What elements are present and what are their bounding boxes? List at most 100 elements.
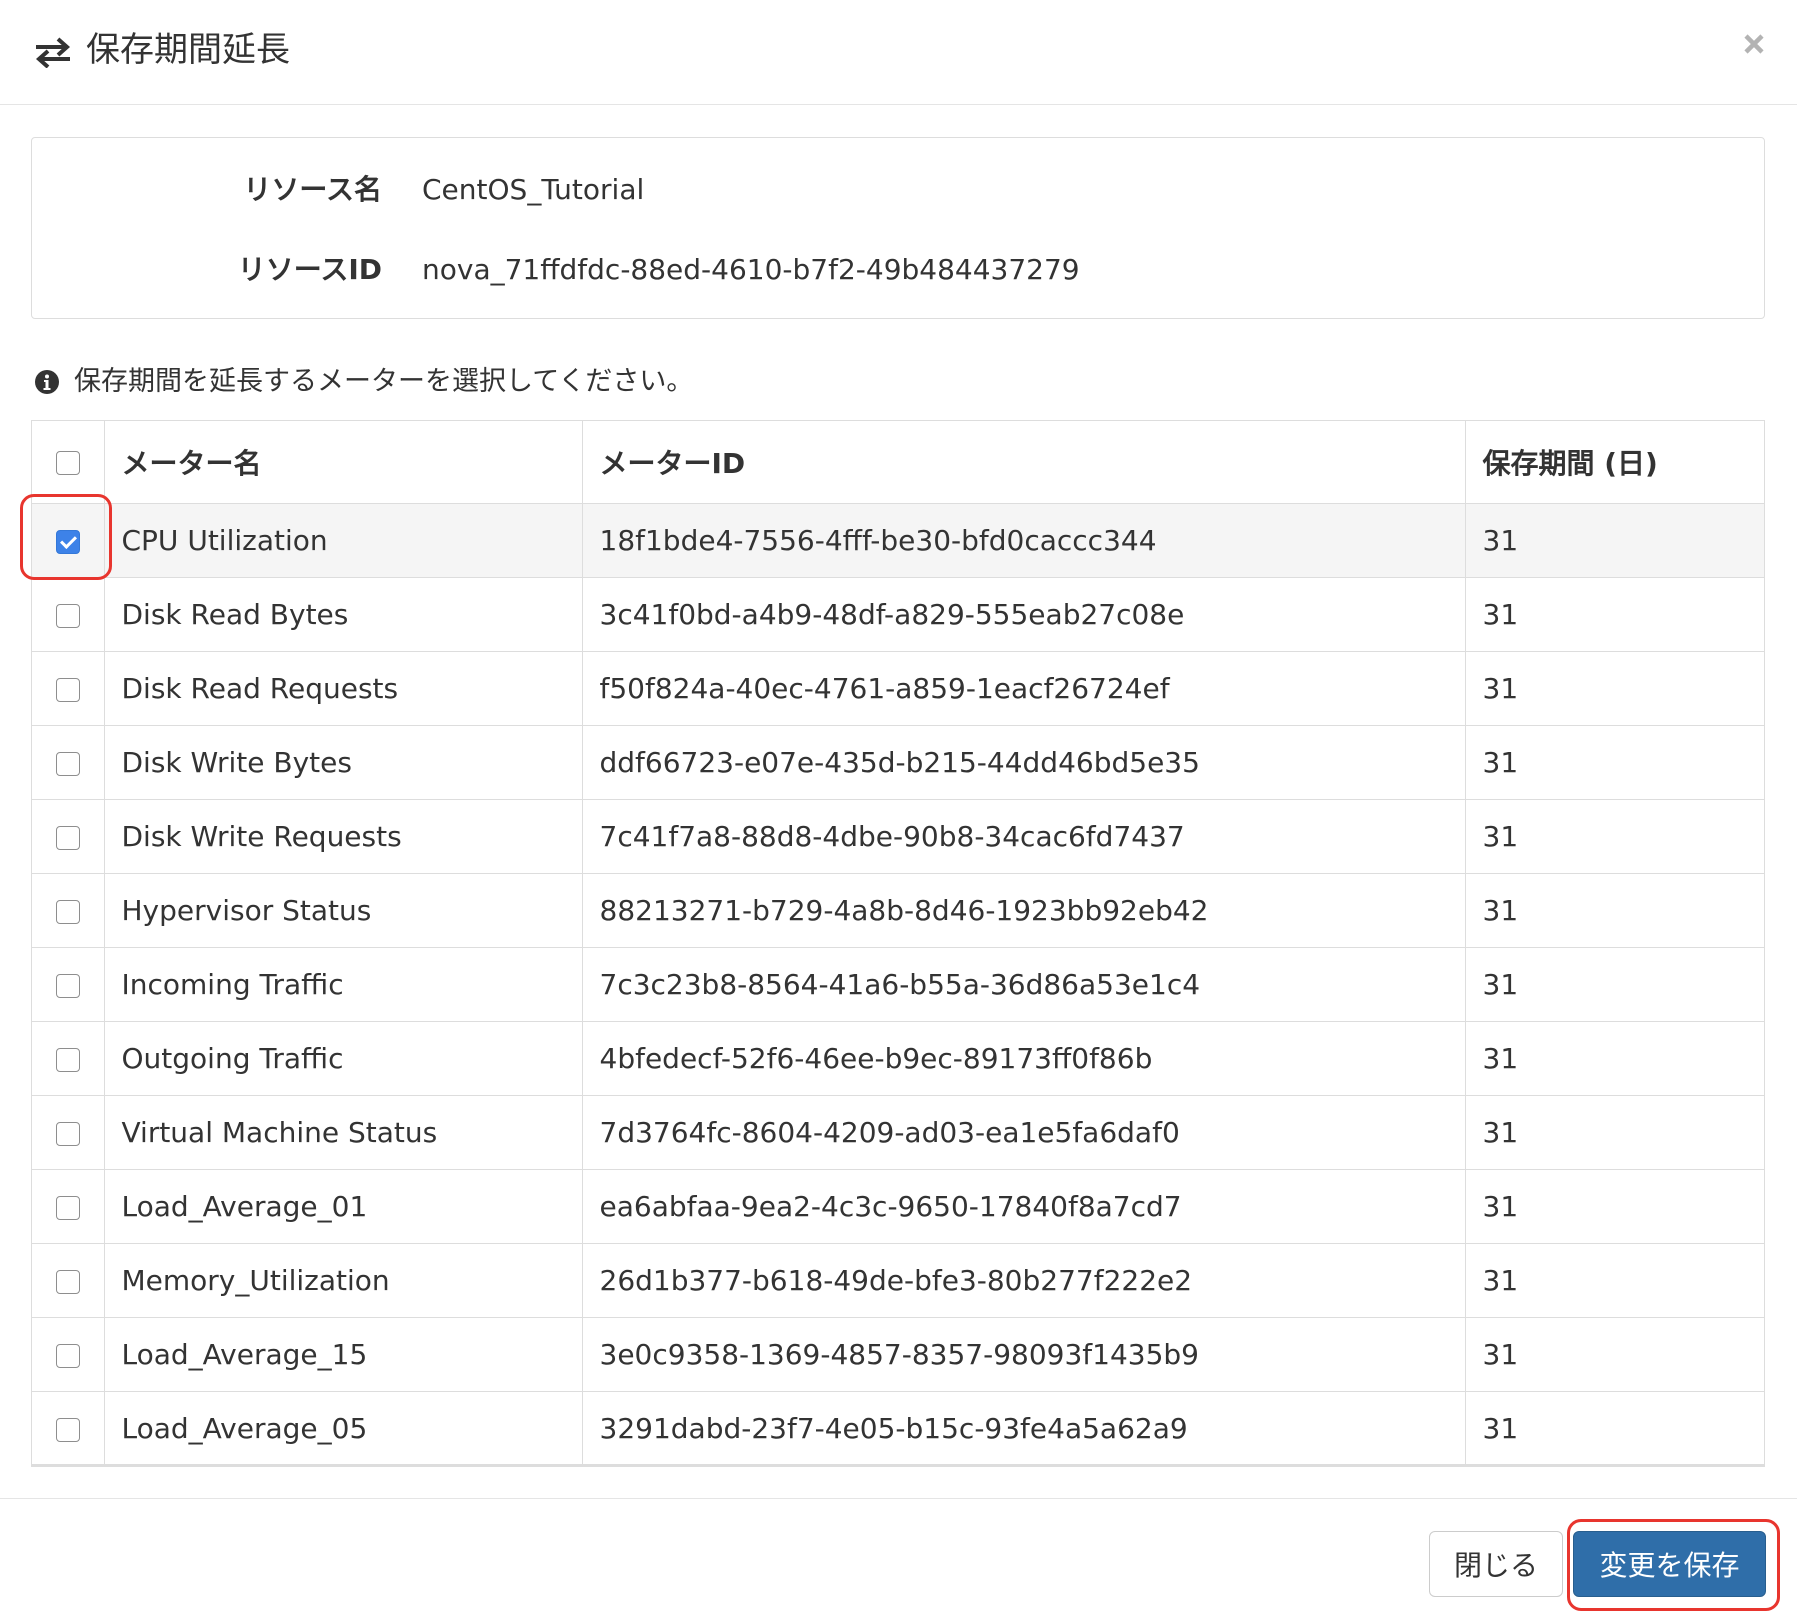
row-select-cell: [32, 1095, 105, 1170]
retention-days-cell: 31: [1465, 1243, 1764, 1318]
close-icon: [1744, 34, 1764, 54]
table-header-row: メーター名 メーターID 保存期間 (日): [32, 421, 1764, 504]
resource-name-value: CentOS_Tutorial: [422, 173, 645, 206]
table-row[interactable]: Disk Write Requests 7c41f7a8-88d8-4dbe-90…: [32, 799, 1764, 874]
row-select-checkbox[interactable]: [55, 1417, 80, 1442]
table-row[interactable]: Disk Read Bytes 3c41f0bd-a4b9-48df-a829-5…: [32, 577, 1764, 652]
row-select-checkbox[interactable]: [55, 1269, 80, 1294]
instruction-message: 保存期間を延長するメーターを選択してください。: [34, 362, 693, 402]
resource-info-panel: リソース名 CentOS_Tutorial リソースID nova_71ffdf…: [31, 137, 1765, 319]
retention-days-cell: 31: [1465, 947, 1764, 1022]
table-row[interactable]: CPU Utilization 18f1bde4-7556-4fff-be30-b…: [32, 503, 1764, 578]
table-row[interactable]: Incoming Traffic 7c3c23b8-8564-41a6-b55a-…: [32, 947, 1764, 1022]
row-select-checkbox[interactable]: [55, 603, 80, 628]
row-select-cell: [32, 1317, 105, 1392]
row-select-cell: [32, 577, 105, 652]
table-row[interactable]: Load_Average_15 3e0c9358-1369-4857-8357-9…: [32, 1317, 1764, 1392]
meter-id-cell: 18f1bde4-7556-4fff-be30-bfd0caccc344: [582, 503, 1466, 578]
retention-days-cell: 31: [1465, 651, 1764, 726]
meter-name-cell: Load_Average_01: [104, 1169, 583, 1244]
table-row[interactable]: Outgoing Traffic 4bfedecf-52f6-46ee-b9ec-…: [32, 1021, 1764, 1096]
column-header-meter-id[interactable]: メーターID: [582, 421, 1466, 504]
retention-days-cell: 31: [1465, 1317, 1764, 1392]
meter-id-cell: f50f824a-40ec-4761-a859-1eacf26724ef: [582, 651, 1466, 726]
meter-name-cell: Disk Read Bytes: [104, 577, 583, 652]
row-select-cell: [32, 1391, 105, 1465]
modal-footer: 閉じる 変更を保存: [0, 1498, 1797, 1623]
meter-id-cell: 7c41f7a8-88d8-4dbe-90b8-34cac6fd7437: [582, 799, 1466, 874]
retention-days-cell: 31: [1465, 725, 1764, 800]
column-header-meter-name[interactable]: メーター名: [104, 421, 583, 504]
row-select-cell: [32, 1243, 105, 1318]
meter-name-cell: Incoming Traffic: [104, 947, 583, 1022]
meter-name-cell: Load_Average_15: [104, 1317, 583, 1392]
exchange-arrows-icon: [35, 37, 71, 68]
row-select-cell: [32, 947, 105, 1022]
retention-days-cell: 31: [1482, 1411, 1519, 1445]
meter-table-body: CPU Utilization 18f1bde4-7556-4fff-be30-b…: [32, 503, 1764, 1465]
row-select-checkbox[interactable]: [55, 973, 80, 998]
row-select-checkbox[interactable]: [55, 899, 80, 924]
meter-id-cell: 7c3c23b8-8564-41a6-b55a-36d86a53e1c4: [582, 947, 1466, 1022]
column-header-retention-days[interactable]: 保存期間 (日): [1465, 421, 1764, 504]
row-select-cell: [32, 1021, 105, 1096]
table-row[interactable]: Load_Average_05 3291dabd-23f7-4e05-b15c-9…: [32, 1391, 1764, 1465]
row-select-checkbox[interactable]: [55, 1195, 80, 1220]
table-row[interactable]: Memory_Utilization 26d1b377-b618-49de-bfe…: [32, 1243, 1764, 1318]
table-row[interactable]: Disk Read Requests f50f824a-40ec-4761-a85…: [32, 651, 1764, 726]
close-dialog-button[interactable]: 閉じる: [1429, 1531, 1563, 1597]
meter-table-container: メーター名 メーターID 保存期間 (日) CPU Utilization 18f…: [31, 420, 1765, 1467]
meter-id-cell: 26d1b377-b618-49de-bfe3-80b277f222e2: [582, 1243, 1466, 1318]
resource-id-label: リソースID: [237, 253, 382, 286]
table-row[interactable]: Hypervisor Status 88213271-b729-4a8b-8d46…: [32, 873, 1764, 948]
row-select-checkbox[interactable]: [55, 1047, 80, 1072]
retention-days-cell: 31: [1465, 873, 1764, 948]
meter-id-cell: 4bfedecf-52f6-46ee-b9ec-89173ff0f86b: [582, 1021, 1466, 1096]
meter-table: メーター名 メーターID 保存期間 (日) CPU Utilization 18f…: [32, 421, 1764, 1465]
instruction-text: 保存期間を延長するメーターを選択してください。: [74, 366, 694, 397]
table-row[interactable]: Disk Write Bytes ddf66723-e07e-435d-b215-…: [32, 725, 1764, 800]
meter-id-cell: ddf66723-e07e-435d-b215-44dd46bd5e35: [582, 725, 1466, 800]
select-all-cell: [32, 421, 105, 504]
meter-id-cell: ea6abfaa-9ea2-4c3c-9650-17840f8a7cd7: [582, 1169, 1466, 1244]
resource-id-value: nova_71ffdfdc-88ed-4610-b7f2-49b48443727…: [422, 253, 1080, 286]
highlight-save-button: [1567, 1519, 1780, 1611]
meter-name-cell: Disk Read Requests: [104, 651, 583, 726]
modal-title: 保存期間延長: [86, 30, 290, 70]
table-row[interactable]: Load_Average_01 ea6abfaa-9ea2-4c3c-9650-1…: [32, 1169, 1764, 1244]
row-select-cell: [32, 725, 105, 800]
row-select-cell: [32, 1169, 105, 1244]
retention-days-cell: 31: [1465, 577, 1764, 652]
highlight-selected-checkbox: [20, 494, 112, 580]
meter-name-cell: CPU Utilization: [104, 503, 583, 578]
retention-days-cell: 31: [1465, 1021, 1764, 1096]
table-row[interactable]: Virtual Machine Status 7d3764fc-8604-4209…: [32, 1095, 1764, 1170]
meter-id-cell: 3291dabd-23f7-4e05-b15c-93fe4a5a62a9: [582, 1391, 1466, 1465]
retention-days-cell: 31: [1465, 503, 1764, 578]
select-all-checkbox[interactable]: [55, 451, 80, 476]
retention-days-cell: 31: [1465, 1095, 1764, 1170]
modal-header: 保存期間延長: [0, 0, 1797, 105]
retention-days-cell: 31: [1465, 799, 1764, 874]
row-select-checkbox[interactable]: [55, 1121, 80, 1146]
row-select-checkbox[interactable]: [55, 751, 80, 776]
info-circle-icon: [35, 370, 59, 394]
resource-name-label: リソース名: [243, 173, 382, 206]
meter-name-cell: Virtual Machine Status: [104, 1095, 583, 1170]
row-select-checkbox[interactable]: [55, 825, 80, 850]
row-select-cell: [32, 873, 105, 948]
meter-id-cell: 88213271-b729-4a8b-8d46-1923bb92eb42: [582, 873, 1466, 948]
meter-name-cell: Outgoing Traffic: [104, 1021, 583, 1096]
row-select-cell: [32, 651, 105, 726]
row-select-checkbox[interactable]: [55, 677, 80, 702]
row-select-cell: [32, 799, 105, 874]
retention-days-cell: 31: [1465, 1169, 1764, 1244]
meter-id-cell: 3c41f0bd-a4b9-48df-a829-555eab27c08e: [582, 577, 1466, 652]
meter-name-cell: Hypervisor Status: [104, 873, 583, 948]
meter-name-cell: Memory_Utilization: [104, 1243, 583, 1318]
meter-id-cell: 7d3764fc-8604-4209-ad03-ea1e5fa6daf0: [582, 1095, 1466, 1170]
meter-id-cell: 3e0c9358-1369-4857-8357-98093f1435b9: [582, 1317, 1466, 1392]
row-select-checkbox[interactable]: [55, 1343, 80, 1368]
close-button[interactable]: [1732, 22, 1776, 66]
meter-name-cell: Load_Average_05: [104, 1391, 583, 1465]
